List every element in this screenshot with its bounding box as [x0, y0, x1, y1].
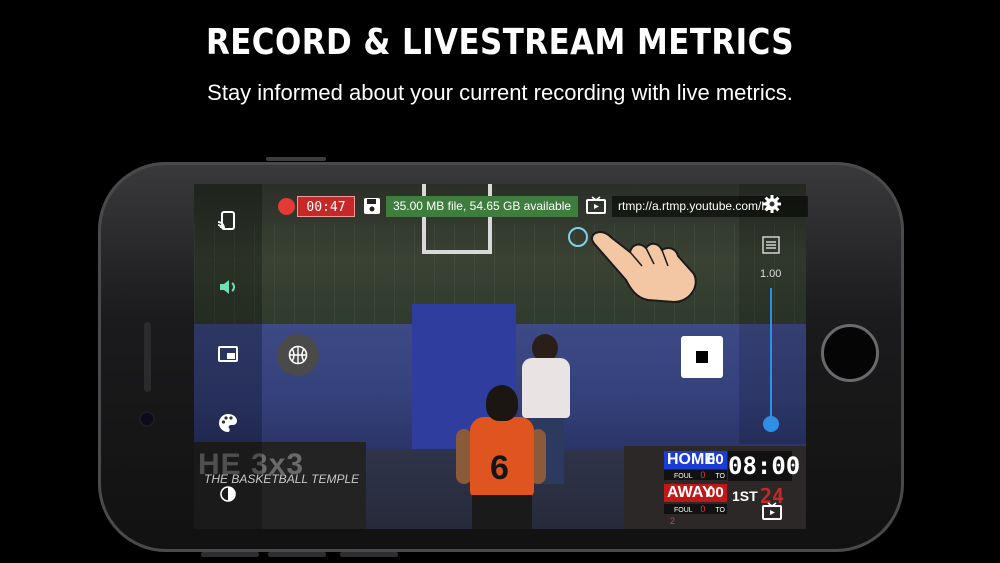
player-foreground: 6: [456, 385, 546, 529]
page-subtitle: Stay informed about your current recordi…: [207, 80, 793, 105]
phone-side-button: [266, 157, 326, 161]
cast-icon[interactable]: [216, 210, 238, 232]
home-stats-row: FOUL 0 TO 2: [664, 470, 727, 492]
basketball-button[interactable]: [277, 334, 319, 376]
list-icon[interactable]: [762, 236, 780, 254]
period-indicator: 1ST: [732, 488, 758, 504]
game-clock: 08:00: [728, 451, 801, 481]
zoom-slider-handle[interactable]: [763, 416, 779, 432]
zoom-level: 1.00: [760, 268, 782, 280]
palette-icon[interactable]: [217, 412, 239, 434]
pip-icon[interactable]: [217, 343, 239, 365]
gear-icon[interactable]: [762, 194, 782, 214]
right-control-panel: [739, 184, 806, 444]
tv-icon[interactable]: [586, 196, 606, 216]
volume-icon[interactable]: [217, 276, 239, 298]
phone-speaker: [144, 322, 151, 392]
phone-volume-button: [201, 552, 259, 557]
away-stats-row: FOUL 0 TO 2: [664, 504, 727, 526]
zoom-slider-track[interactable]: [770, 288, 772, 424]
phone-home-button[interactable]: [821, 324, 879, 382]
jersey-number: 6: [490, 449, 509, 487]
hoop-backboard: [422, 184, 492, 254]
home-score: 00: [707, 451, 724, 468]
tv-icon[interactable]: [762, 502, 782, 520]
tap-target-indicator: [568, 227, 588, 247]
record-indicator: [278, 198, 295, 215]
stop-button[interactable]: [681, 336, 723, 378]
record-timer: 00:47: [297, 196, 355, 217]
pointing-hand-icon: [590, 230, 697, 304]
away-score: 00: [707, 484, 724, 501]
basketball-icon: [288, 345, 308, 365]
page-title: RECORD & LIVESTREAM METRICS: [205, 22, 795, 63]
stop-icon: [696, 351, 708, 363]
phone-camera: [141, 413, 153, 425]
phone-mute-switch: [340, 552, 398, 557]
phone-volume-button: [268, 552, 326, 557]
venue-logo: THE BASKETBALL TEMPLE: [204, 472, 360, 486]
storage-info: 35.00 MB file, 54.65 GB available: [386, 196, 578, 217]
save-icon[interactable]: [363, 197, 381, 215]
brightness-icon[interactable]: [220, 486, 236, 502]
